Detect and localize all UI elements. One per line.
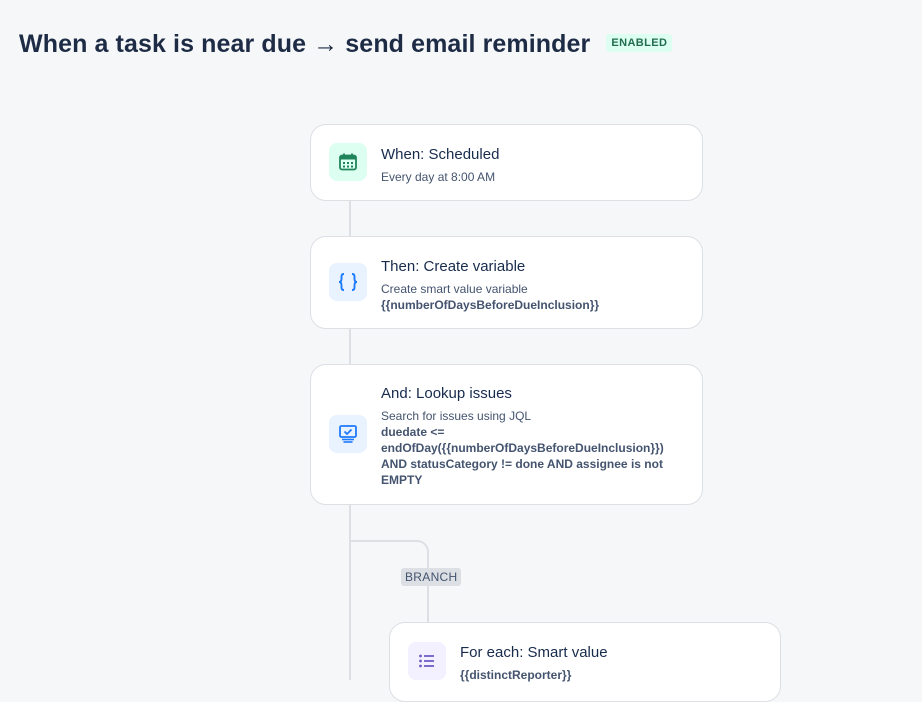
rule-header: When a task is near due → send email rem… (19, 30, 673, 59)
lookup-issues-label: And: Lookup issues (381, 385, 512, 402)
for-each-value: {{distinctReporter}} (460, 668, 572, 682)
connector-line (349, 200, 351, 237)
trigger-card[interactable]: When: Scheduled Every day at 8:00 AM (310, 124, 703, 201)
create-variable-label: Then: Create variable (381, 258, 526, 275)
rule-title: When a task is near due → send email rem… (19, 30, 591, 58)
trigger-description: Every day at 8:00 AM (381, 170, 496, 184)
for-each-label: For each: Smart value (460, 644, 608, 661)
status-badge: ENABLED (606, 33, 673, 52)
lookup-issues-card[interactable]: And: Lookup issues Search for issues usi… (310, 364, 703, 505)
monitor-check-icon (329, 415, 367, 453)
create-variable-card[interactable]: Then: Create variable Create smart value… (310, 236, 703, 329)
calendar-icon (329, 143, 367, 181)
list-icon (408, 642, 446, 680)
lookup-issues-jql: duedate <= endOfDay({{numberOfDaysBefore… (381, 425, 664, 487)
trigger-label: When: Scheduled (381, 146, 500, 163)
for-each-card[interactable]: For each: Smart value {{distinctReporter… (389, 622, 781, 702)
branch-tag: BRANCH (401, 568, 462, 586)
braces-icon (329, 263, 367, 301)
create-variable-value: {{numberOfDaysBeforeDueInclusion}} (381, 298, 600, 312)
create-variable-description: Create smart value variable (381, 282, 528, 296)
lookup-issues-description: Search for issues using JQL (381, 409, 532, 423)
connector-line (349, 328, 351, 365)
